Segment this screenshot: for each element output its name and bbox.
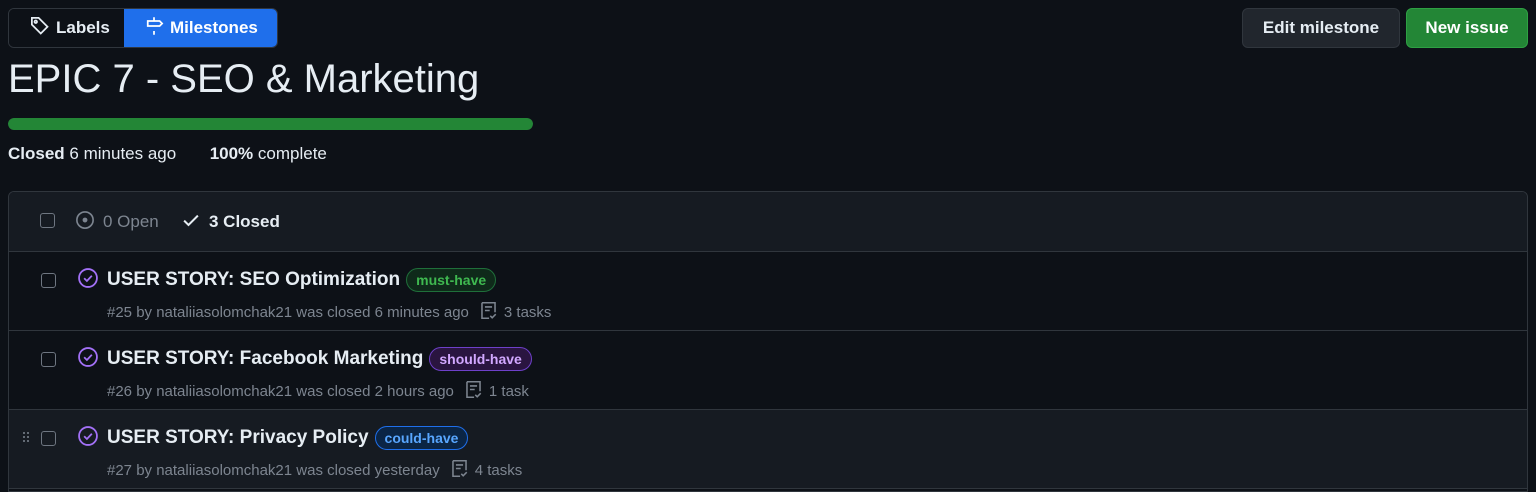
percent-complete: 100%	[209, 144, 254, 163]
milestones-tab-label: Milestones	[170, 18, 258, 37]
task-count-label: 3 tasks	[503, 304, 552, 321]
progress-bar	[8, 118, 533, 130]
milestone-meta: Closed 6 minutes ago 100% complete	[8, 144, 327, 164]
issue-meta-text: #25 by nataliiasolomchak21 was closed 6 …	[107, 304, 469, 321]
task-count[interactable]: 1 task	[464, 380, 529, 403]
task-count[interactable]: 3 tasks	[479, 301, 552, 324]
issue-title-link[interactable]: USER STORY: Facebook Marketing	[107, 348, 423, 370]
closed-filter-label: 3 Closed	[209, 212, 280, 231]
issue-checkbox[interactable]	[41, 431, 56, 446]
edit-milestone-button[interactable]: Edit milestone	[1242, 8, 1400, 48]
milestones-tab[interactable]: Milestones	[124, 9, 277, 47]
issue-open-icon	[75, 210, 95, 235]
new-issue-button[interactable]: New issue	[1406, 8, 1528, 48]
label-badge[interactable]: must-have	[406, 268, 497, 292]
issue-meta-text: #27 by nataliiasolomchak21 was closed ye…	[107, 462, 440, 479]
task-count-label: 4 tasks	[474, 462, 523, 479]
issue-row[interactable]: USER STORY: SEO Optimization must-have #…	[9, 252, 1527, 331]
issue-meta: #26 by nataliiasolomchak21 was closed 2 …	[107, 380, 529, 403]
labels-milestones-toggle: Labels Milestones	[8, 8, 278, 48]
issue-meta: #27 by nataliiasolomchak21 was closed ye…	[107, 459, 522, 482]
tasklist-icon	[464, 380, 483, 403]
issue-title-link[interactable]: USER STORY: Privacy Policy	[107, 427, 369, 449]
label-badge[interactable]: could-have	[374, 426, 469, 450]
issue-closed-icon	[77, 346, 99, 368]
label-badge[interactable]: should-have	[429, 347, 532, 371]
check-icon	[181, 210, 201, 235]
issue-checkbox[interactable]	[41, 273, 56, 288]
closed-filter[interactable]: 3 Closed	[181, 192, 280, 252]
issue-closed-icon	[77, 267, 99, 289]
drag-handle-icon[interactable]	[22, 430, 30, 442]
progress-bar-fill	[8, 118, 533, 130]
issue-row[interactable]: USER STORY: Facebook Marketing should-ha…	[9, 331, 1527, 410]
tasklist-icon	[479, 301, 498, 324]
milestone-title: EPIC 7 - SEO & Marketing	[8, 57, 480, 101]
task-count[interactable]: 4 tasks	[450, 459, 523, 482]
top-bar: Labels Milestones Edit milestone New iss…	[8, 8, 1528, 48]
complete-label: complete	[257, 144, 327, 163]
task-count-label: 1 task	[488, 383, 529, 400]
issue-row[interactable]: USER STORY: Privacy Policy could-have #2…	[9, 410, 1527, 489]
open-filter[interactable]: 0 Open	[75, 192, 159, 252]
issue-list: 0 Open 3 Closed USER STORY: SEO Optimiza…	[8, 191, 1528, 492]
open-filter-label: 0 Open	[103, 212, 159, 231]
milestone-icon	[144, 16, 164, 41]
issue-list-header: 0 Open 3 Closed	[9, 192, 1527, 252]
tasklist-icon	[450, 459, 469, 482]
status-time: 6 minutes ago	[69, 144, 177, 163]
issue-closed-icon	[77, 425, 99, 447]
issue-meta-text: #26 by nataliiasolomchak21 was closed 2 …	[107, 383, 454, 400]
issue-meta: #25 by nataliiasolomchak21 was closed 6 …	[107, 301, 551, 324]
labels-tab-label: Labels	[56, 18, 110, 37]
tag-icon	[30, 16, 50, 41]
issue-checkbox[interactable]	[41, 352, 56, 367]
labels-tab[interactable]: Labels	[9, 9, 124, 47]
issue-title-link[interactable]: USER STORY: SEO Optimization	[107, 269, 400, 291]
status-word: Closed	[8, 144, 65, 163]
select-all-checkbox[interactable]	[40, 213, 55, 228]
